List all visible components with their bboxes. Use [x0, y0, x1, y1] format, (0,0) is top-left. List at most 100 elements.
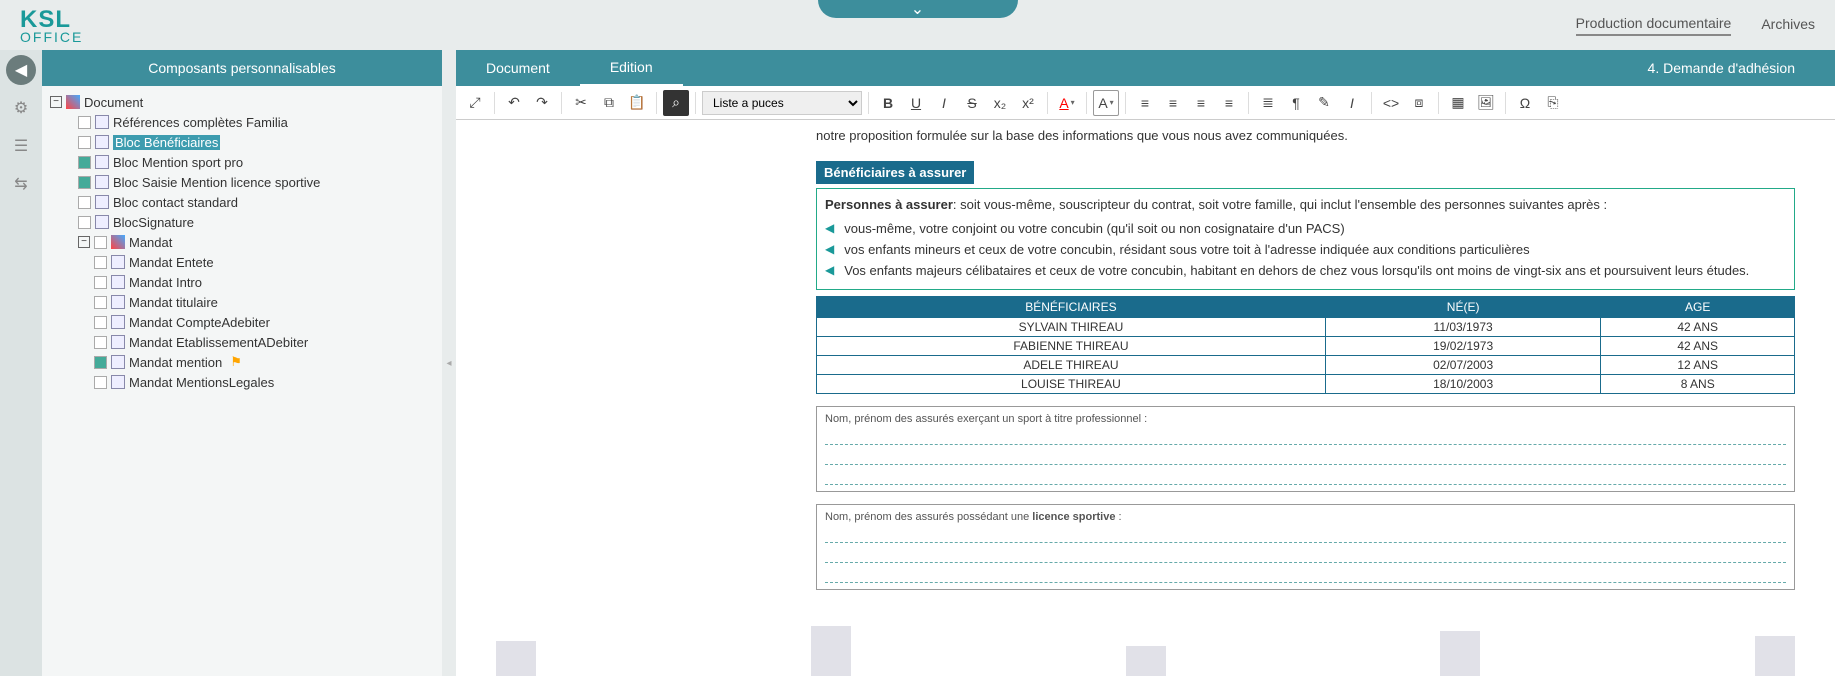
checkbox[interactable] [94, 276, 107, 289]
tree-item[interactable]: Bloc Saisie Mention licence sportive [50, 172, 434, 192]
pagebreak-icon[interactable]: ⎘ [1540, 90, 1566, 116]
document-title: 4. Demande d'adhésion [1648, 60, 1835, 76]
checkbox[interactable] [94, 376, 107, 389]
code-icon[interactable]: <> [1378, 90, 1404, 116]
tree-item[interactable]: BlocSignature [50, 212, 434, 232]
checkbox[interactable] [94, 316, 107, 329]
beneficiaires-box: Personnes à assurer: soit vous-même, sou… [816, 188, 1795, 290]
list-bullet-icon[interactable]: ≣ [1255, 90, 1281, 116]
splitter[interactable]: ◂ [442, 50, 456, 676]
align-center-icon[interactable]: ≡ [1160, 90, 1186, 116]
component-tree: − Document Références complètes Familia … [42, 86, 442, 676]
licence-box: Nom, prénom des assurés possédant une li… [816, 504, 1795, 590]
paragraph-icon[interactable]: ¶ [1283, 90, 1309, 116]
image-icon[interactable]: 🖼 [1473, 90, 1499, 116]
chevron-down-icon: ⌄ [911, 0, 924, 19]
logo: KSL OFFICE [20, 6, 83, 45]
omega-icon[interactable]: Ω [1512, 90, 1538, 116]
checkbox-checked[interactable] [78, 176, 91, 189]
nav-production[interactable]: Production documentaire [1576, 15, 1732, 36]
checkbox-checked[interactable] [94, 356, 107, 369]
struct-icon [111, 235, 125, 249]
doc-icon [95, 155, 109, 169]
checkbox[interactable] [94, 336, 107, 349]
undo-icon[interactable]: ↶ [501, 90, 527, 116]
nav-archives[interactable]: Archives [1761, 16, 1815, 35]
document-page: notre proposition formulée sur la base d… [456, 120, 1835, 676]
flag-icon: ⚑ [230, 354, 242, 370]
back-icon[interactable]: ◀ [6, 55, 36, 85]
tree-item[interactable]: Mandat EtablissementADebiter [50, 332, 434, 352]
tab-document[interactable]: Document [456, 50, 580, 86]
doc-icon [95, 175, 109, 189]
table-icon[interactable]: ▦ [1445, 90, 1471, 116]
cut-icon[interactable]: ✂ [568, 90, 594, 116]
watermark-silhouette [456, 616, 1835, 676]
tree-item[interactable]: Bloc Mention sport pro [50, 152, 434, 172]
bullet-item: ◀vous-même, votre conjoint ou votre conc… [825, 218, 1786, 239]
left-panel-title: Composants personnalisables [42, 50, 442, 86]
doc-icon [111, 335, 125, 349]
checkbox[interactable] [78, 196, 91, 209]
doc-icon [111, 355, 125, 369]
align-right-icon[interactable]: ≡ [1188, 90, 1214, 116]
checkbox[interactable] [78, 136, 91, 149]
checkbox[interactable] [94, 236, 107, 249]
tree-item[interactable]: Mandat Entete [50, 252, 434, 272]
table-row: FABIENNE THIREAU19/02/197342 ANS [817, 337, 1795, 356]
tree-item[interactable]: Mandat mention⚑ [50, 352, 434, 372]
intro-text: notre proposition formulée sur la base d… [816, 120, 1795, 151]
embed-icon[interactable]: ⧈ [1406, 90, 1432, 116]
collapse-icon[interactable]: − [50, 96, 62, 108]
tree-item[interactable]: Bloc contact standard [50, 192, 434, 212]
doc-icon [111, 275, 125, 289]
text-color-icon[interactable]: A▾ [1054, 90, 1080, 116]
copy-icon[interactable]: ⧉ [596, 90, 622, 116]
bold-icon[interactable]: B [875, 90, 901, 116]
doc-icon [111, 315, 125, 329]
bullet-item: ◀vos enfants mineurs et ceux de votre co… [825, 239, 1786, 260]
find-icon[interactable]: ⌕ [663, 90, 689, 116]
align-justify-icon[interactable]: ≡ [1216, 90, 1242, 116]
checkbox[interactable] [78, 216, 91, 229]
tree-item[interactable]: Mandat Intro [50, 272, 434, 292]
tree-item[interactable]: Références complètes Familia [50, 112, 434, 132]
list-icon[interactable]: ☰ [6, 131, 36, 161]
pull-down-handle[interactable]: ⌄ [818, 0, 1018, 18]
bullet-item: ◀Vos enfants majeurs célibataires et ceu… [825, 260, 1786, 281]
edit-icon[interactable]: ✎ [1311, 90, 1337, 116]
table-row: ADELE THIREAU02/07/200312 ANS [817, 356, 1795, 375]
italic-icon[interactable]: I [931, 90, 957, 116]
slash-icon[interactable]: I [1339, 90, 1365, 116]
doc-icon [111, 295, 125, 309]
tree-item[interactable]: Mandat titulaire [50, 292, 434, 312]
tree-item[interactable]: Mandat CompteAdebiter [50, 312, 434, 332]
checkbox[interactable] [94, 296, 107, 309]
align-left-icon[interactable]: ≡ [1132, 90, 1158, 116]
tree-mandat[interactable]: − Mandat [50, 232, 434, 252]
strike-icon[interactable]: S [959, 90, 985, 116]
underline-icon[interactable]: U [903, 90, 929, 116]
doc-icon [111, 375, 125, 389]
border-color-icon[interactable]: A▾ [1093, 90, 1119, 116]
checkbox[interactable] [94, 256, 107, 269]
tree-root[interactable]: − Document [50, 92, 434, 112]
checkbox[interactable] [78, 116, 91, 129]
collapse-icon[interactable]: − [78, 236, 90, 248]
bullet-marker-icon: ◀ [825, 263, 834, 278]
tree-item-selected[interactable]: Bloc Bénéficiaires [50, 132, 434, 152]
expand-icon[interactable]: ⤢ [462, 90, 488, 116]
superscript-icon[interactable]: x² [1015, 90, 1041, 116]
checkbox-checked[interactable] [78, 156, 91, 169]
table-row: LOUISE THIREAU18/10/20038 ANS [817, 375, 1795, 394]
tab-edition[interactable]: Edition [580, 50, 683, 86]
paste-icon[interactable]: 📋 [624, 90, 650, 116]
share-icon[interactable]: ⇆ [6, 169, 36, 199]
subscript-icon[interactable]: x₂ [987, 90, 1013, 116]
editor-canvas[interactable]: notre proposition formulée sur la base d… [456, 120, 1835, 676]
style-select[interactable]: Liste a puces [702, 91, 862, 115]
redo-icon[interactable]: ↷ [529, 90, 555, 116]
doc-icon [95, 195, 109, 209]
gear-icon[interactable]: ⚙ [6, 93, 36, 123]
tree-item[interactable]: Mandat MentionsLegales [50, 372, 434, 392]
